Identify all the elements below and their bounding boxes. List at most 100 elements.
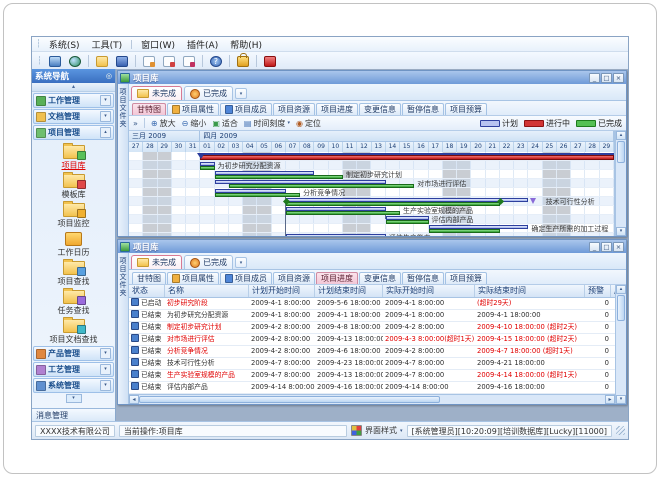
scroll-up-button[interactable]: ▴ xyxy=(616,131,626,140)
window-titlebar[interactable]: 项目库_□× xyxy=(118,240,626,253)
menu-system[interactable]: 系统(S) xyxy=(43,38,86,51)
subtab-changes[interactable]: 变更信息 xyxy=(359,103,401,115)
toolbar-button-computer[interactable] xyxy=(46,54,64,69)
toolbar-button-save[interactable] xyxy=(113,54,131,69)
group-toggle-button[interactable]: ▾ xyxy=(100,380,111,391)
subtab-budget[interactable]: 项目预算 xyxy=(445,272,487,284)
sidebar-group-product-mgmt[interactable]: 产品管理▾ xyxy=(33,346,114,361)
tab-unfinished[interactable]: 未完成 xyxy=(131,86,182,100)
resize-grip[interactable] xyxy=(616,426,625,435)
sidebar-collapse-button[interactable]: ▴ xyxy=(32,83,115,92)
subtab-progress[interactable]: 项目进度 xyxy=(316,103,358,115)
menu-plugin[interactable]: 插件(A) xyxy=(181,38,224,51)
toolbar-button-globe[interactable] xyxy=(66,54,84,69)
sidebar-group-process-mgmt[interactable]: 工艺管理▾ xyxy=(33,362,114,377)
column-header-actual-start[interactable]: 实际开始时间 xyxy=(383,285,475,297)
toolbar-button-report[interactable] xyxy=(140,54,158,69)
subtab-properties[interactable]: 项目属性 xyxy=(167,272,219,284)
group-toggle-button[interactable]: ▾ xyxy=(100,95,111,106)
sidebar-scroll-down-button[interactable]: ▾ xyxy=(66,394,82,403)
sidebar-item-project-monitor[interactable]: 项目监控 xyxy=(32,200,115,229)
subtab-progress[interactable]: 项目进度 xyxy=(316,272,358,284)
sidebar-item-project-doc-search[interactable]: 项目文档查找 xyxy=(32,316,115,345)
tab-message-management[interactable]: 消息管理 xyxy=(32,408,115,422)
menu-tools[interactable]: 工具(T) xyxy=(86,38,129,51)
column-header-plan-start[interactable]: 计划开始时间 xyxy=(249,285,315,297)
sidebar-item-project-library[interactable]: 项目库 xyxy=(32,142,115,171)
subtab-gantt[interactable]: 甘特图 xyxy=(132,103,166,115)
table-row[interactable]: 已结束分析竞争情况2009-4-2 8:00:002009-4-6 18:00:… xyxy=(129,346,615,358)
toolbar-button-report-edit[interactable] xyxy=(160,54,178,69)
scroll-left-button[interactable]: ◂ xyxy=(129,395,139,404)
folder-side-tab[interactable]: 项目文件夹 xyxy=(118,253,129,404)
gantt-button-fit[interactable]: ▣适合 xyxy=(212,118,238,129)
column-header-plan-end[interactable]: 计划结束时间 xyxy=(315,285,383,297)
column-header-warning[interactable]: 预警 xyxy=(585,285,611,297)
subtab-budget[interactable]: 项目预算 xyxy=(445,103,487,115)
gantt-button-locate[interactable]: ◉定位 xyxy=(296,118,321,129)
maximize-button[interactable]: □ xyxy=(601,73,612,83)
table-row[interactable]: 已启动初步研究阶段2009-4-1 8:00:002009-5-6 18:00:… xyxy=(129,298,615,310)
table-row[interactable]: 已结束技术可行性分析2009-4-7 8:00:002009-4-23 18:0… xyxy=(129,358,615,370)
close-button[interactable]: × xyxy=(613,73,624,83)
close-button[interactable]: × xyxy=(613,242,624,252)
subtab-members[interactable]: 项目成员 xyxy=(220,272,272,284)
group-toggle-button[interactable]: ▴ xyxy=(100,127,111,138)
vertical-scrollbar[interactable]: ▴▾ xyxy=(615,285,626,404)
subtab-properties[interactable]: 项目属性 xyxy=(167,103,219,115)
tab-finished[interactable]: 已完成 xyxy=(184,86,233,100)
sidebar-group-work-mgmt[interactable]: 工作管理▾ xyxy=(33,93,114,108)
toolbar-button-exit[interactable] xyxy=(261,54,279,69)
scroll-thumb[interactable] xyxy=(617,141,625,163)
sidebar-item-project-search[interactable]: 项目查找 xyxy=(32,258,115,287)
gantt-button-zoom-in[interactable]: ⊕放大 xyxy=(151,118,176,129)
more-buttons-icon[interactable]: » xyxy=(133,119,138,128)
subtab-changes[interactable]: 变更信息 xyxy=(359,272,401,284)
minimize-button[interactable]: _ xyxy=(589,242,600,252)
subtab-resources[interactable]: 项目资源 xyxy=(273,272,315,284)
tab-unfinished[interactable]: 未完成 xyxy=(131,255,182,269)
group-toggle-button[interactable]: ▾ xyxy=(100,111,111,122)
menu-help[interactable]: 帮助(H) xyxy=(224,38,268,51)
tab-overflow-button[interactable]: ▾ xyxy=(235,88,247,99)
minimize-button[interactable]: _ xyxy=(589,73,600,83)
subtab-pauses[interactable]: 暂停信息 xyxy=(402,103,444,115)
sidebar-group-system-mgmt[interactable]: 系统管理▾ xyxy=(33,378,114,393)
tab-finished[interactable]: 已完成 xyxy=(184,255,233,269)
sidebar-group-project-mgmt[interactable]: 项目管理▴ xyxy=(33,125,114,140)
toolbar-button-help[interactable]: ? xyxy=(207,54,225,69)
column-header-actual-end[interactable]: 实际结束时间 xyxy=(475,285,585,297)
sidebar-item-work-calendar[interactable]: 工作日历 xyxy=(32,229,115,258)
scroll-up-button[interactable]: ▴ xyxy=(616,285,626,294)
subtab-members[interactable]: 项目成员 xyxy=(220,103,272,115)
ui-style-selector[interactable]: 界面样式 ▾ xyxy=(351,425,403,436)
gantt-button-zoom-out[interactable]: ⊖缩小 xyxy=(182,118,207,129)
scroll-down-button[interactable]: ▾ xyxy=(616,227,626,236)
table-row[interactable]: 已结束生产实验室规模的产品2009-4-7 8:00:002009-4-13 1… xyxy=(129,370,615,382)
group-toggle-button[interactable]: ▾ xyxy=(100,364,111,375)
group-toggle-button[interactable]: ▾ xyxy=(100,348,111,359)
subtab-pauses[interactable]: 暂停信息 xyxy=(402,272,444,284)
table-row[interactable]: 已结束制定初步研究计划2009-4-2 8:00:002009-4-8 18:0… xyxy=(129,322,615,334)
sidebar-item-task-search[interactable]: 任务查找 xyxy=(32,287,115,316)
maximize-button[interactable]: □ xyxy=(601,242,612,252)
vertical-scrollbar[interactable]: ▴▾ xyxy=(615,131,626,236)
table-row[interactable]: 已结束评估内部产品2009-4-14 8:00:002009-4-16 18:0… xyxy=(129,382,615,394)
toolbar-button-folder[interactable] xyxy=(93,54,111,69)
subtab-gantt[interactable]: 甘特图 xyxy=(132,272,166,284)
pin-icon[interactable]: ◎ xyxy=(106,72,112,80)
toolbar-button-lock[interactable] xyxy=(234,54,252,69)
column-header-name[interactable]: 名称 xyxy=(165,285,249,297)
tab-overflow-button[interactable]: ▾ xyxy=(235,257,247,268)
scroll-thumb[interactable] xyxy=(617,295,625,321)
scroll-thumb[interactable] xyxy=(139,396,440,403)
scroll-right-button[interactable]: ▸ xyxy=(605,395,615,404)
horizontal-scrollbar[interactable]: ◂▸ xyxy=(129,394,615,404)
gantt-button-time-scale[interactable]: ▤时间刻度▾ xyxy=(244,118,290,129)
window-titlebar[interactable]: 项目库_□× xyxy=(118,71,626,84)
sidebar-item-template-library[interactable]: 模板库 xyxy=(32,171,115,200)
toolbar-button-report-del[interactable] xyxy=(180,54,198,69)
folder-side-tab[interactable]: 项目文件夹 xyxy=(118,84,129,236)
scroll-down-button[interactable]: ▾ xyxy=(616,395,626,404)
menu-window[interactable]: 窗口(W) xyxy=(135,38,181,51)
